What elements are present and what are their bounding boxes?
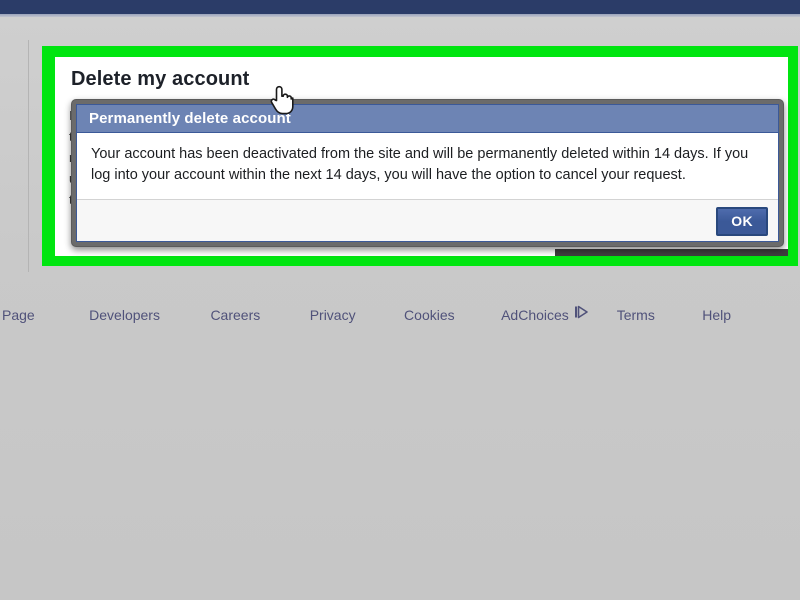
page-left-edge-line bbox=[28, 40, 29, 272]
footer-link-careers[interactable]: Careers bbox=[210, 307, 260, 323]
footer-link-adchoices[interactable]: AdChoices bbox=[501, 305, 589, 324]
dialog-shadow-strip bbox=[555, 249, 788, 256]
footer-link-help[interactable]: Help bbox=[702, 307, 731, 323]
dialog-body: Your account has been deactivated from t… bbox=[77, 133, 778, 199]
dialog-message: Your account has been deactivated from t… bbox=[91, 146, 749, 183]
dialog-inner: Permanently delete account Your account … bbox=[76, 104, 779, 242]
ok-button[interactable]: OK bbox=[716, 207, 768, 236]
footer-links: Page Developers Careers Privacy Cookies … bbox=[0, 305, 800, 329]
footer-link-terms[interactable]: Terms bbox=[617, 307, 655, 323]
footer-link-developers[interactable]: Developers bbox=[89, 307, 160, 323]
page-title: Delete my account bbox=[71, 68, 250, 90]
site-top-bar bbox=[0, 0, 800, 15]
permanently-delete-account-dialog: Permanently delete account Your account … bbox=[71, 99, 784, 247]
footer-link-cookies[interactable]: Cookies bbox=[404, 307, 455, 323]
dialog-titlebar: Permanently delete account bbox=[77, 105, 778, 133]
dialog-footer: OK bbox=[77, 199, 778, 241]
adchoices-triangle-icon bbox=[574, 305, 589, 324]
footer-link-adchoices-label[interactable]: AdChoices bbox=[501, 307, 569, 323]
footer-link-privacy[interactable]: Privacy bbox=[310, 307, 356, 323]
dialog-title: Permanently delete account bbox=[89, 110, 291, 127]
footer-link-page[interactable]: Page bbox=[2, 307, 35, 323]
